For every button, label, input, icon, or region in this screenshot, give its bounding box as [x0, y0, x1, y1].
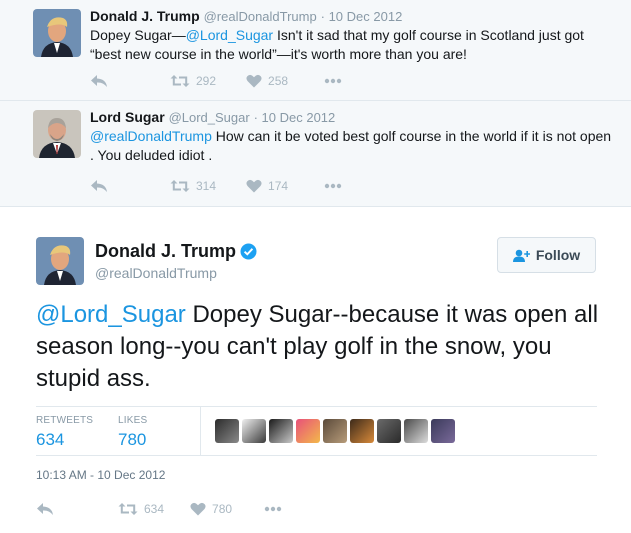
retweets-stat[interactable]: RETWEETS 634: [36, 415, 93, 450]
more-button[interactable]: [324, 71, 342, 91]
author-name[interactable]: Donald J. Trump: [90, 8, 200, 24]
stats-divider: [200, 407, 201, 455]
more-button[interactable]: [264, 499, 282, 519]
follow-button[interactable]: Follow: [497, 237, 596, 273]
heart-icon: [246, 74, 262, 88]
like-count: 174: [268, 179, 289, 193]
tweet-header: Lord Sugar @Lord_Sugar · 10 Dec 2012: [90, 109, 335, 125]
context-tweet[interactable]: Donald J. Trump @realDonaldTrump · 10 De…: [0, 0, 631, 101]
mention-link[interactable]: @realDonaldTrump: [90, 128, 212, 144]
dot-separator: ·: [253, 110, 262, 125]
reply-button[interactable]: [36, 499, 54, 519]
liker-avatars: [215, 419, 455, 443]
likes-value: 780: [118, 430, 147, 449]
mention-link[interactable]: @Lord_Sugar: [186, 27, 273, 43]
dot-separator: ·: [320, 9, 329, 24]
author-handle[interactable]: @realDonaldTrump: [204, 9, 317, 24]
tweet-header: Donald J. Trump @realDonaldTrump · 10 De…: [90, 8, 402, 24]
retweet-count: 314: [196, 179, 217, 193]
retweet-icon: [170, 75, 190, 87]
author-handle[interactable]: @realDonaldTrump: [95, 265, 217, 281]
liker-avatar[interactable]: [404, 419, 428, 443]
retweet-button[interactable]: 314: [170, 176, 216, 196]
follow-label: Follow: [535, 247, 581, 263]
like-button[interactable]: 780: [190, 499, 232, 519]
tweet-text: @realDonaldTrump How can it be voted bes…: [90, 127, 615, 165]
tweet-actions: 314 174: [90, 176, 342, 196]
retweet-count: 292: [196, 74, 217, 88]
author-name-text[interactable]: Donald J. Trump: [95, 241, 236, 262]
author-name[interactable]: Donald J. Trump: [95, 241, 257, 262]
retweet-button[interactable]: 634: [118, 499, 164, 519]
tweet-date[interactable]: 10 Dec 2012: [262, 110, 336, 125]
liker-avatar[interactable]: [296, 419, 320, 443]
main-tweet: Donald J. Trump @realDonaldTrump Follow …: [0, 207, 631, 533]
add-user-icon: [512, 249, 530, 262]
liker-avatar[interactable]: [377, 419, 401, 443]
tweet-text: @Lord_Sugar Dopey Sugar--because it was …: [36, 299, 606, 395]
likes-label: LIKES: [118, 415, 148, 426]
tweet-text-start: Dopey Sugar—: [90, 27, 186, 43]
liker-avatar[interactable]: [215, 419, 239, 443]
retweets-label: RETWEETS: [36, 415, 94, 426]
tweet-actions: 634 780: [36, 499, 282, 519]
more-button[interactable]: [324, 176, 342, 196]
liker-avatar[interactable]: [323, 419, 347, 443]
reply-icon: [91, 75, 107, 87]
liker-avatar[interactable]: [350, 419, 374, 443]
retweet-button[interactable]: 292: [170, 71, 216, 91]
verified-badge-icon: [240, 243, 257, 260]
liker-avatar[interactable]: [242, 419, 266, 443]
liker-avatar[interactable]: [431, 419, 455, 443]
retweet-count: 634: [144, 502, 165, 516]
tweet-text: Dopey Sugar—@Lord_Sugar Isn't it sad tha…: [90, 26, 615, 64]
author-name[interactable]: Lord Sugar: [90, 109, 165, 125]
avatar[interactable]: [33, 9, 81, 57]
likes-stat[interactable]: LIKES 780: [118, 415, 147, 450]
avatar[interactable]: [33, 110, 81, 158]
context-tweet[interactable]: Lord Sugar @Lord_Sugar · 10 Dec 2012 @re…: [0, 101, 631, 207]
tweet-stats: RETWEETS 634 LIKES 780: [36, 406, 597, 456]
liker-avatar[interactable]: [269, 419, 293, 443]
like-button[interactable]: 258: [246, 71, 288, 91]
like-count: 780: [212, 502, 233, 516]
reply-icon: [91, 180, 107, 192]
tweet-date[interactable]: 10 Dec 2012: [329, 9, 403, 24]
retweets-value: 634: [36, 430, 65, 449]
retweet-icon: [118, 503, 138, 515]
like-button[interactable]: 174: [246, 176, 288, 196]
more-icon: [264, 506, 282, 512]
tweet-actions: 292 258: [90, 71, 342, 91]
tweet-timestamp[interactable]: 10:13 AM - 10 Dec 2012: [36, 468, 165, 482]
author-handle[interactable]: @Lord_Sugar: [169, 110, 250, 125]
like-count: 258: [268, 74, 289, 88]
heart-icon: [246, 179, 262, 193]
reply-icon: [37, 503, 53, 515]
retweet-icon: [170, 180, 190, 192]
more-icon: [324, 78, 342, 84]
mention-link[interactable]: @Lord_Sugar: [36, 301, 186, 328]
avatar[interactable]: [36, 237, 84, 285]
heart-icon: [190, 502, 206, 516]
reply-button[interactable]: [90, 71, 108, 91]
more-icon: [324, 183, 342, 189]
reply-button[interactable]: [90, 176, 108, 196]
